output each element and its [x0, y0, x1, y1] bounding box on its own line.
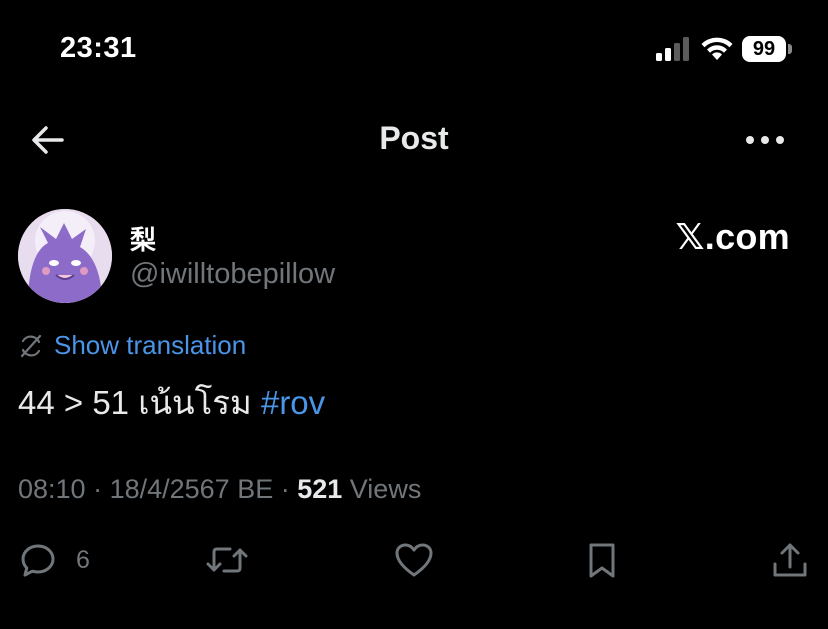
- views-count: 521: [297, 474, 343, 504]
- post-body: 44 > 51 เน้นโรม: [18, 384, 261, 421]
- share-button[interactable]: [770, 540, 810, 580]
- share-icon: [773, 543, 807, 577]
- battery-icon: 99: [742, 36, 792, 62]
- signal-icon: [656, 37, 689, 61]
- post-screen: 23:31 99 Post 梨 @iwilltobepillow 𝕏.com S…: [0, 0, 828, 629]
- reply-count: 6: [76, 545, 90, 574]
- meta-separator: ·: [85, 474, 110, 504]
- author-handle[interactable]: @iwilltobepillow: [130, 258, 335, 291]
- x-com-logo: 𝕏.com: [675, 216, 790, 258]
- post-text: 44 > 51 เน้นโรม #rov: [18, 376, 325, 429]
- like-button[interactable]: [393, 540, 435, 580]
- show-translation-label: Show translation: [54, 330, 247, 360]
- reply-button[interactable]: 6: [18, 540, 90, 580]
- repost-button[interactable]: [205, 540, 249, 580]
- hashtag-link[interactable]: #rov: [261, 384, 325, 421]
- status-icons: 99: [656, 36, 792, 62]
- post-date: 18/4/2567 BE: [109, 474, 274, 504]
- meta-separator: ·: [273, 474, 298, 504]
- x-logo-letter: 𝕏: [675, 217, 705, 258]
- author-name[interactable]: 梨: [130, 220, 156, 257]
- like-icon: [395, 543, 433, 577]
- reply-icon: [21, 544, 55, 577]
- avatar-image: [18, 209, 112, 303]
- bookmark-icon: [589, 543, 615, 578]
- avatar[interactable]: [18, 209, 112, 303]
- status-time: 23:31: [60, 32, 137, 64]
- show-translation-button[interactable]: Show translation: [18, 330, 246, 361]
- post-time: 08:10: [18, 474, 86, 504]
- wifi-icon: [701, 37, 733, 60]
- post-meta: 08:10 · 18/4/2567 BE · 521 Views: [18, 474, 421, 505]
- translate-icon: [20, 334, 42, 357]
- bookmark-button[interactable]: [582, 540, 622, 580]
- x-logo-suffix: .com: [704, 216, 790, 257]
- page-title: Post: [379, 120, 449, 156]
- more-icon[interactable]: [742, 126, 788, 154]
- views-label[interactable]: Views: [342, 474, 422, 504]
- battery-level: 99: [742, 36, 786, 62]
- repost-icon: [206, 547, 248, 573]
